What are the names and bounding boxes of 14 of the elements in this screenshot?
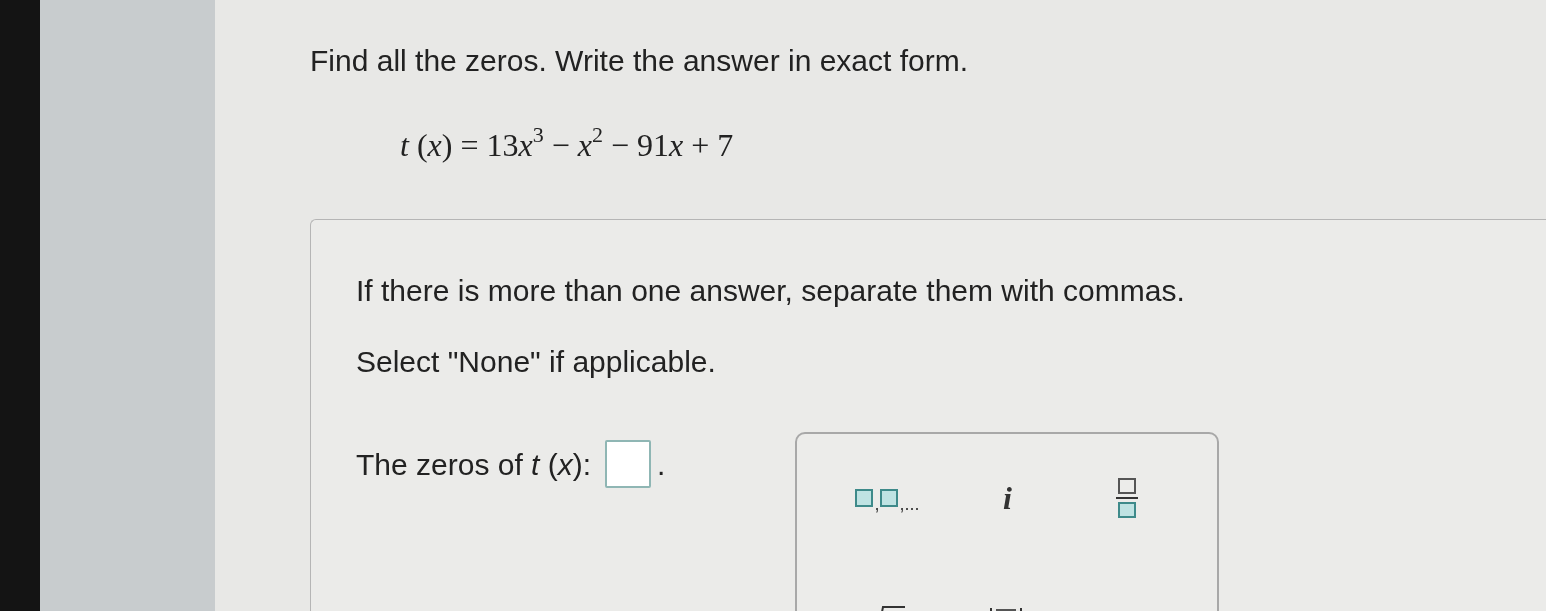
separator-text: ,...: [899, 495, 920, 513]
fraction-icon: [1115, 477, 1140, 519]
input-box-icon: [855, 489, 874, 507]
period-text: .: [657, 446, 666, 483]
instruction-text: Find all the zeros. Write the answer in exact form.: [310, 43, 969, 79]
zeros-label: The zeros of t (x):: [356, 446, 592, 483]
hint-text: Select "None" if applicable.: [356, 344, 716, 380]
answer-field[interactable]: [605, 440, 652, 488]
hint-text: If there is more than one answer, separate them with commas.: [356, 273, 1185, 309]
function-formula: t (x) = 13x$^{3}$ − x$^{2}$ − 91x + 7: [400, 121, 734, 165]
list-button[interactable]: , ,...: [827, 468, 948, 528]
imaginary-unit-button[interactable]: i: [947, 468, 1068, 528]
input-box-icon: [880, 489, 899, 507]
separator-text: ,: [874, 495, 880, 513]
